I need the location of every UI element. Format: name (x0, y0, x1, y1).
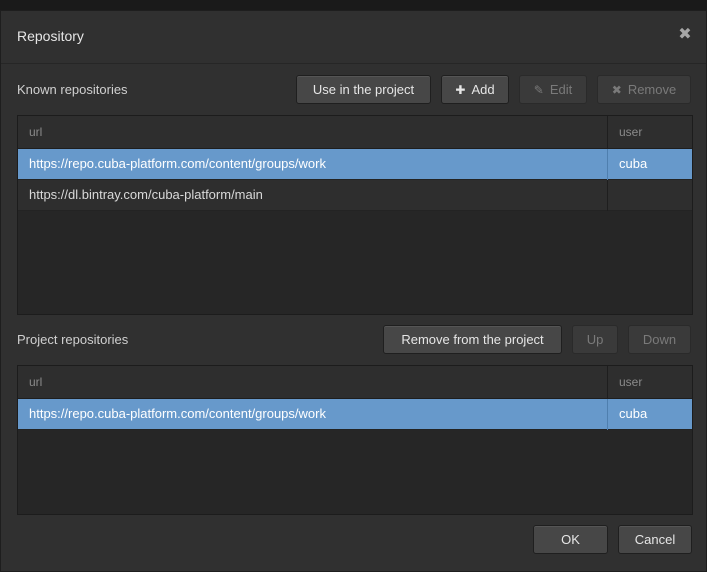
plus-icon: ✚ (455, 82, 466, 97)
url-column-header[interactable]: url (18, 116, 608, 149)
table-row[interactable]: https://repo.cuba-platform.com/content/g… (18, 399, 692, 430)
remove-button[interactable]: ✖ Remove (597, 75, 691, 104)
down-label: Down (642, 332, 677, 347)
close-icon[interactable]: ✖ (678, 27, 692, 43)
x-icon: ✖ (611, 82, 622, 97)
row-url: https://dl.bintray.com/cuba-platform/mai… (18, 180, 608, 211)
pencil-icon: ✎ (533, 82, 544, 97)
user-column-header[interactable]: user (608, 116, 692, 149)
edit-label: Edit (549, 82, 573, 97)
add-label: Add (471, 82, 495, 97)
dialog-title: Repository (17, 28, 84, 44)
row-user: cuba (619, 156, 648, 171)
known-repositories-label: Known repositories (17, 82, 128, 97)
dialog-header: Repository ✖ (1, 11, 706, 64)
row-url: https://repo.cuba-platform.com/content/g… (18, 149, 608, 180)
down-button[interactable]: Down (628, 325, 691, 354)
table-row[interactable]: https://repo.cuba-platform.com/content/g… (18, 149, 692, 180)
user-column-header[interactable]: user (608, 366, 692, 399)
cancel-button[interactable]: Cancel (618, 525, 692, 554)
use-in-project-label: Use in the project (312, 82, 415, 97)
edit-button[interactable]: ✎ Edit (519, 75, 587, 104)
remove-from-project-button[interactable]: Remove from the project (383, 325, 562, 354)
row-user: cuba (619, 406, 648, 421)
add-button[interactable]: ✚ Add (441, 75, 509, 104)
repository-dialog: Repository ✖ Known repositories Use in t… (0, 10, 707, 572)
ok-label: OK (561, 532, 580, 547)
url-column-header[interactable]: url (18, 366, 608, 399)
use-in-project-button[interactable]: Use in the project (296, 75, 431, 104)
table-header: url user (18, 366, 692, 399)
remove-from-project-label: Remove from the project (401, 332, 544, 347)
ok-button[interactable]: OK (533, 525, 608, 554)
project-repositories-label: Project repositories (17, 332, 129, 347)
table-row[interactable]: https://dl.bintray.com/cuba-platform/mai… (18, 180, 692, 211)
known-repositories-table: url user https://repo.cuba-platform.com/… (17, 115, 693, 315)
cancel-label: Cancel (634, 532, 676, 547)
row-user (608, 180, 692, 211)
remove-label: Remove (627, 82, 677, 97)
row-url: https://repo.cuba-platform.com/content/g… (18, 399, 608, 430)
project-repositories-table: url user https://repo.cuba-platform.com/… (17, 365, 693, 515)
table-header: url user (18, 116, 692, 149)
up-button[interactable]: Up (572, 325, 618, 354)
up-label: Up (586, 332, 604, 347)
